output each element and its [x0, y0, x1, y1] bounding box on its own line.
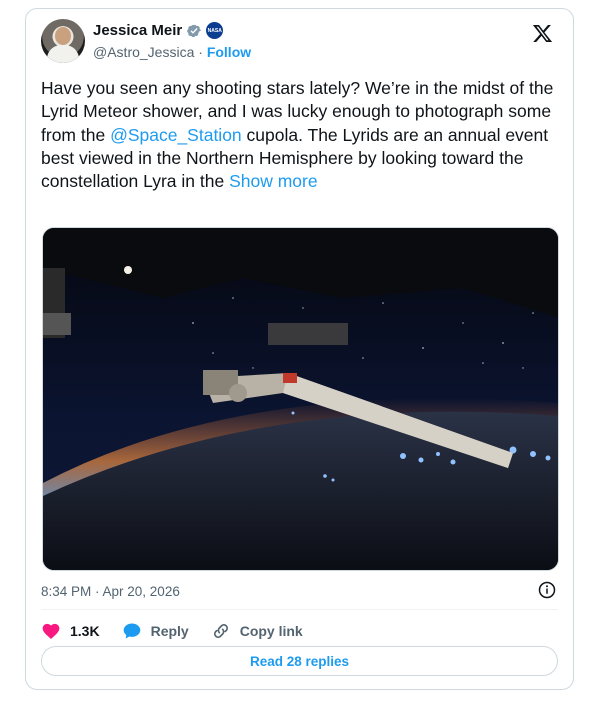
handle-separator: ·	[198, 44, 203, 60]
avatar[interactable]	[41, 19, 85, 63]
reply-bubble-icon	[123, 623, 140, 639]
tweet-text: Have you seen any shooting stars lately?…	[41, 77, 561, 193]
tweet-photo[interactable]	[42, 227, 559, 571]
like-count: 1.3K	[70, 623, 100, 639]
read-replies-button[interactable]: Read 28 replies	[41, 646, 558, 676]
timestamp[interactable]: 8:34 PM · Apr 20, 2026	[41, 584, 180, 599]
link-icon	[213, 624, 228, 638]
copy-link-label: Copy link	[239, 623, 303, 639]
author-handle[interactable]: @Astro_Jessica	[93, 44, 194, 60]
mention-link[interactable]: @Space_Station	[110, 125, 242, 145]
author-name[interactable]: Jessica Meir	[93, 22, 182, 39]
author-handle-row: @Astro_Jessica · Follow	[93, 44, 251, 60]
like-button[interactable]: 1.3K	[41, 621, 100, 641]
verified-badge-icon	[187, 24, 202, 37]
x-logo-icon[interactable]	[532, 23, 553, 44]
earth-from-iss-photo	[43, 228, 558, 570]
author-name-row: Jessica Meir NASA	[93, 22, 224, 39]
show-more-link[interactable]: Show more	[229, 171, 318, 191]
tweet-card: Jessica Meir NASA @Astro_Jessica · Follo…	[25, 8, 574, 690]
heart-icon	[42, 623, 60, 639]
divider	[41, 609, 558, 610]
reply-button[interactable]: Reply	[122, 621, 189, 641]
nasa-logo-icon: NASA	[206, 22, 224, 39]
copy-link-button[interactable]: Copy link	[211, 621, 303, 641]
follow-button[interactable]: Follow	[207, 44, 251, 60]
reply-label: Reply	[150, 623, 189, 639]
tweet-actions: 1.3K Reply Copy link	[41, 621, 303, 641]
info-icon[interactable]	[538, 581, 556, 599]
